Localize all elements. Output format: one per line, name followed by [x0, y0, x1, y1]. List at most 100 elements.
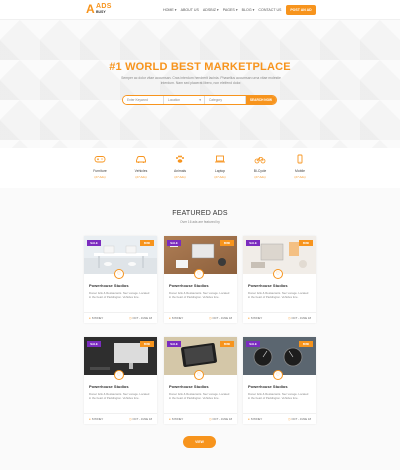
nav-blog[interactable]: BLOG ▾	[242, 7, 259, 13]
nav-home[interactable]: HOME ▾	[163, 7, 181, 13]
ad-title[interactable]: Powerhouse Studios	[248, 384, 288, 389]
chevron-down-icon: ▾	[199, 98, 201, 102]
heart-icon[interactable]: ♡	[273, 370, 283, 380]
heart-icon[interactable]: ♡	[194, 370, 204, 380]
ad-location: ●SYDNEY	[169, 316, 183, 320]
ad-footer: ●SYDNEY ◷OCT - JUNE 18	[243, 312, 316, 323]
category-mobile[interactable]: Mobile (27 Ads)	[285, 154, 315, 179]
location-pin-icon: ●	[89, 316, 91, 320]
category-furniture[interactable]: Furniture (27 Ads)	[85, 154, 115, 179]
logo-sub: BUSY	[96, 10, 106, 14]
ad-title[interactable]: Powerhouse Studios	[169, 384, 209, 389]
location-select[interactable]: Location ▾	[164, 96, 205, 104]
date-text: OCT - JUNE 18	[212, 417, 232, 421]
ad-card[interactable]: SALE $580 ♡ Powerhouse Studios Donec fel…	[164, 337, 237, 424]
nav-about[interactable]: ABOUT US	[181, 7, 203, 13]
nav-contact[interactable]: CONTACT US	[258, 7, 285, 13]
ad-card[interactable]: SALE $580 ♡ Powerhouse Studios Donec fel…	[243, 337, 316, 424]
heart-icon[interactable]: ♡	[273, 269, 283, 279]
main-nav: HOME ▾ ABOUT US ADSBIZ ▾ PAGES ▾ BLOG ▾ …	[163, 7, 285, 13]
ad-description: Donec felis & Restaurants. Nec vonage. L…	[169, 291, 230, 299]
date-text: OCT - JUNE 18	[212, 316, 232, 320]
sale-badge: SALE	[167, 240, 181, 246]
price-badge: $580	[140, 240, 154, 246]
brand-logo[interactable]: A ADS BUSY	[86, 3, 120, 17]
ad-card[interactable]: SALE $580 ♡ Powerhouse Studios Donec fel…	[243, 236, 316, 323]
ad-location: ●SYDNEY	[89, 316, 103, 320]
ad-date: ◷OCT - JUNE 18	[129, 417, 152, 421]
category-count: (27 Ads)	[294, 175, 306, 179]
paw-icon	[176, 155, 184, 163]
date-text: OCT - JUNE 18	[132, 417, 152, 421]
ad-title[interactable]: Powerhouse Studios	[89, 384, 129, 389]
location-text: SYDNEY	[171, 417, 184, 421]
ad-card[interactable]: SALE $580 ♡ Powerhouse Studios Donec fel…	[84, 236, 157, 323]
category-bicycle[interactable]: Bi-Cycle (27 Ads)	[245, 154, 275, 179]
ad-footer: ●SYDNEY ◷OCT - JUNE 18	[84, 312, 157, 323]
location-pin-icon: ●	[169, 316, 171, 320]
category-name: Animals	[173, 169, 187, 173]
view-more-button[interactable]: VIEW	[183, 436, 216, 448]
laptop-icon	[215, 155, 225, 163]
category-count: (27 Ads)	[174, 175, 186, 179]
ad-description: Donec felis & Restaurants. Nec vonage. L…	[89, 392, 150, 400]
ad-date: ◷OCT - JUNE 18	[129, 316, 152, 320]
price-badge: $580	[220, 341, 234, 347]
heart-icon[interactable]: ♡	[194, 269, 204, 279]
nav-adsbiz[interactable]: ADSBIZ ▾	[203, 7, 223, 13]
ad-location: ●SYDNEY	[169, 417, 183, 421]
sale-badge: SALE	[246, 341, 260, 347]
ad-title[interactable]: Powerhouse Studios	[169, 283, 209, 288]
price-badge: $580	[140, 341, 154, 347]
category-value: Category	[209, 98, 222, 102]
category-count: (27 Ads)	[94, 175, 106, 179]
category-select[interactable]: Category	[205, 96, 246, 104]
ad-description: Donec felis & Restaurants. Nec vonage. L…	[169, 392, 230, 400]
ad-location: ●SYDNEY	[248, 316, 262, 320]
location-text: SYDNEY	[250, 417, 263, 421]
search-bar: Enter Keyword Location ▾ Category SEARCH…	[122, 95, 277, 105]
ad-footer: ●SYDNEY ◷OCT - JUNE 18	[243, 413, 316, 424]
category-name: Laptop	[214, 169, 226, 173]
ad-date: ◷OCT - JUNE 18	[209, 316, 232, 320]
section-subtitle: Over 16 ads are featured by	[180, 220, 220, 224]
location-text: SYDNEY	[250, 316, 263, 320]
hero-section: #1 WORLD BEST MARKETPLACE Semper ac dolo…	[0, 20, 400, 148]
ad-description: Donec felis & Restaurants. Nec vonage. L…	[89, 291, 150, 299]
location-pin-icon: ●	[248, 316, 250, 320]
location-pin-icon: ●	[169, 417, 171, 421]
logo-name: ADS	[96, 3, 112, 10]
site-header: A ADS BUSY HOME ▾ ABOUT US ADSBIZ ▾ PAGE…	[0, 0, 400, 20]
ad-footer: ●SYDNEY ◷OCT - JUNE 18	[164, 312, 237, 323]
location-pin-icon: ●	[89, 417, 91, 421]
category-count: (27 Ads)	[214, 175, 226, 179]
category-count: (27 Ads)	[254, 175, 266, 179]
ad-title[interactable]: Powerhouse Studios	[89, 283, 129, 288]
keyword-input[interactable]: Enter Keyword	[123, 96, 164, 104]
heart-icon[interactable]: ♡	[114, 269, 124, 279]
ad-card[interactable]: SALE $580 ♡ Powerhouse Studios Donec fel…	[164, 236, 237, 323]
category-vehicles[interactable]: Vehicles (27 Ads)	[126, 154, 156, 179]
sale-badge: SALE	[246, 240, 260, 246]
ad-footer: ●SYDNEY ◷OCT - JUNE 18	[164, 413, 237, 424]
nav-pages[interactable]: PAGES ▾	[223, 7, 242, 13]
ad-title[interactable]: Powerhouse Studios	[248, 283, 288, 288]
car-icon	[136, 156, 146, 163]
section-title: FEATURED ADS	[172, 210, 228, 217]
ad-date: ◷OCT - JUNE 18	[209, 417, 232, 421]
ad-description: Donec felis & Restaurants. Nec vonage. L…	[248, 291, 309, 299]
post-ad-button[interactable]: POST AN AD	[286, 5, 316, 15]
price-badge: $580	[220, 240, 234, 246]
hero-title: #1 WORLD BEST MARKETPLACE	[109, 61, 291, 73]
bicycle-icon	[254, 157, 266, 164]
search-button[interactable]: SEARCH NOW	[246, 96, 276, 104]
category-name: Mobile	[295, 169, 305, 173]
category-animals[interactable]: Animals (27 Ads)	[165, 154, 195, 179]
category-laptop[interactable]: Laptop (27 Ads)	[205, 154, 235, 179]
location-text: SYDNEY	[171, 316, 184, 320]
ad-description: Donec felis & Restaurants. Nec vonage. L…	[248, 392, 309, 400]
heart-icon[interactable]: ♡	[114, 370, 124, 380]
ad-card[interactable]: SALE $580 ♡ Powerhouse Studios Donec fel…	[84, 337, 157, 424]
mobile-icon	[297, 154, 303, 164]
logo-mark: A	[86, 2, 95, 16]
